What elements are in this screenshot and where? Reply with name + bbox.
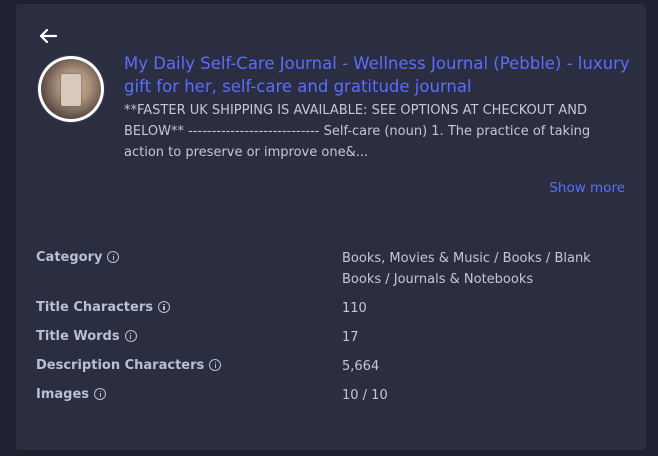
detail-label: Title Words [36,329,120,344]
detail-row-description-characters: Description Characters 5,664 [36,356,636,378]
info-icon[interactable] [94,388,107,400]
detail-row-category: Category Books, Movies & Music / Books /… [36,248,636,292]
product-description: **FASTER UK SHIPPING IS AVAILABLE: SEE O… [124,103,591,160]
info-icon[interactable] [157,301,170,313]
info-icon[interactable] [209,359,222,371]
detail-value: 10 / 10 [342,388,388,403]
detail-row-title-words: Title Words 17 [36,327,636,349]
detail-label: Category [36,250,103,265]
detail-label: Description Characters [36,358,205,373]
show-more-link[interactable]: Show more [549,180,625,196]
detail-value: Books, Movies & Music / Books / Blank Bo… [342,251,591,287]
detail-value: 17 [342,330,359,345]
info-icon[interactable] [107,251,120,263]
product-card: My Daily Self-Care Journal - Wellness Jo… [16,4,646,450]
back-button[interactable] [36,24,60,48]
info-icon[interactable] [124,330,137,342]
product-title-link[interactable]: My Daily Self-Care Journal - Wellness Jo… [124,52,634,98]
detail-row-title-characters: Title Characters 110 [36,298,636,320]
detail-row-images: Images 10 / 10 [36,385,636,407]
detail-label: Title Characters [36,300,153,315]
detail-label: Images [36,387,90,402]
product-thumbnail [38,56,104,122]
detail-value: 110 [342,301,367,316]
arrow-left-icon [39,28,58,44]
detail-value: 5,664 [342,359,380,374]
